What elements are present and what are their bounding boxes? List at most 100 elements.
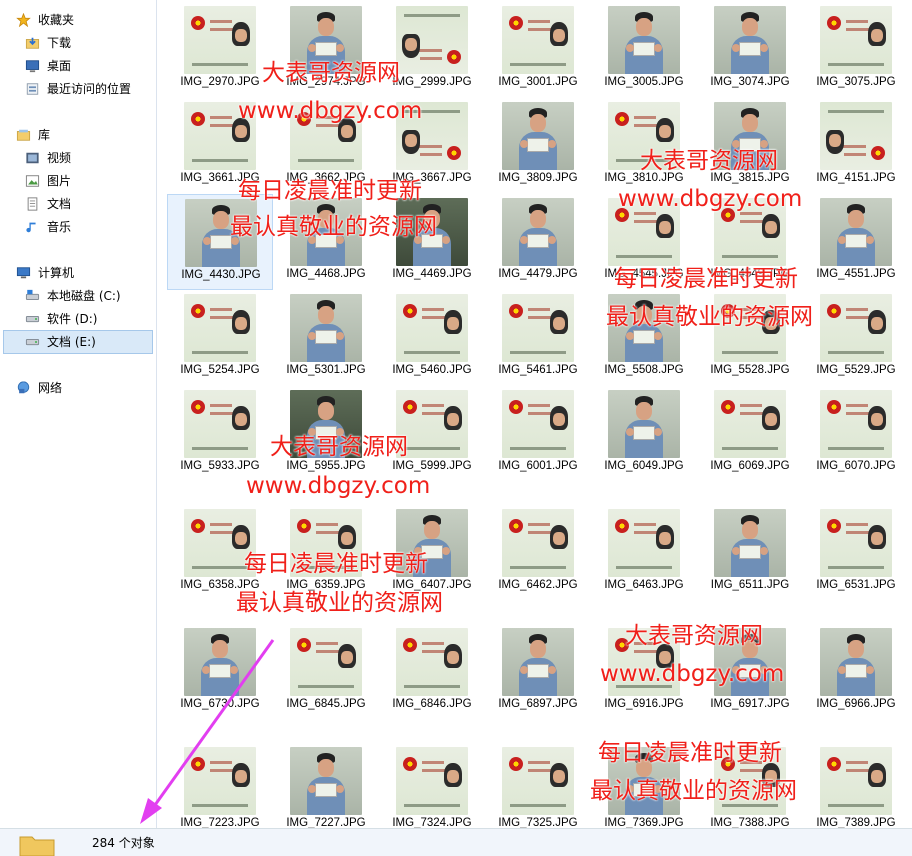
watermark-url: www.dbgzy.com	[246, 473, 431, 499]
watermark-url: www.dbgzy.com	[600, 661, 785, 687]
file-item[interactable]: IMG_6845.JPG	[273, 624, 379, 720]
file-item[interactable]: IMG_3810.JPG	[591, 98, 697, 194]
file-thumbnail	[820, 509, 892, 577]
file-thumbnail	[502, 102, 574, 170]
file-name: IMG_5529.JPG	[816, 364, 896, 376]
file-item[interactable]: IMG_4469.JPG	[379, 194, 485, 290]
file-item[interactable]: IMG_4151.JPG	[803, 98, 909, 194]
file-item[interactable]: IMG_3075.JPG	[803, 2, 909, 98]
file-name: IMG_3809.JPG	[498, 172, 578, 184]
system-drive-icon	[25, 289, 40, 300]
file-name: IMG_7388.JPG	[710, 817, 790, 828]
file-name: IMG_3075.JPG	[816, 76, 896, 88]
nav-favorites-label: 收藏夹	[38, 13, 75, 27]
file-item[interactable]: IMG_7324.JPG	[379, 743, 485, 828]
nav-videos-label: 视频	[47, 151, 72, 165]
file-name: IMG_6511.JPG	[710, 579, 790, 591]
watermark-url: www.dbgzy.com	[618, 186, 803, 212]
file-name: IMG_6730.JPG	[180, 698, 260, 710]
file-thumbnail	[502, 390, 574, 458]
star-icon	[16, 13, 31, 27]
file-item[interactable]: IMG_3001.JPG	[485, 2, 591, 98]
file-item[interactable]: IMG_4468.JPG	[273, 194, 379, 290]
nav-computer-label: 计算机	[38, 266, 75, 280]
file-item[interactable]: IMG_4551.JPG	[803, 194, 909, 290]
recent-places-icon	[26, 83, 39, 95]
file-item[interactable]: IMG_6966.JPG	[803, 624, 909, 720]
file-item[interactable]: IMG_6897.JPG	[485, 624, 591, 720]
watermark-line2: 最认真敬业的资源网	[230, 214, 437, 240]
file-thumbnail	[820, 102, 892, 170]
file-name: IMG_5460.JPG	[392, 364, 472, 376]
nav-drive-e[interactable]: 文档 (E:)	[3, 330, 153, 354]
file-item[interactable]: IMG_6001.JPG	[485, 386, 591, 482]
file-item[interactable]: IMG_3074.JPG	[697, 2, 803, 98]
file-item[interactable]: IMG_4430.JPG	[167, 194, 273, 290]
nav-recent-label: 最近访问的位置	[47, 82, 132, 96]
file-item[interactable]: IMG_5461.JPG	[485, 290, 591, 386]
file-name: IMG_4551.JPG	[816, 268, 896, 280]
file-item[interactable]: IMG_5301.JPG	[273, 290, 379, 386]
file-item[interactable]: IMG_6730.JPG	[167, 624, 273, 720]
file-thumbnail	[184, 6, 256, 74]
file-name: IMG_7369.JPG	[604, 817, 684, 828]
library-icon	[16, 129, 31, 141]
file-item[interactable]: IMG_6462.JPG	[485, 505, 591, 601]
file-name: IMG_6846.JPG	[392, 698, 472, 710]
file-name: IMG_4468.JPG	[286, 268, 366, 280]
file-item[interactable]: IMG_6846.JPG	[379, 624, 485, 720]
file-item[interactable]: IMG_6069.JPG	[697, 386, 803, 482]
nav-drive-e-label: 文档 (E:)	[47, 335, 96, 349]
file-item[interactable]: IMG_7223.JPG	[167, 743, 273, 828]
file-item[interactable]: IMG_6070.JPG	[803, 386, 909, 482]
file-thumbnail	[820, 6, 892, 74]
file-thumbnail	[184, 747, 256, 815]
file-name: IMG_5301.JPG	[286, 364, 366, 376]
file-name: IMG_6531.JPG	[816, 579, 896, 591]
file-item[interactable]: IMG_7227.JPG	[273, 743, 379, 828]
file-name: IMG_5461.JPG	[498, 364, 578, 376]
file-thumbnail	[608, 390, 680, 458]
document-library-icon	[27, 197, 38, 211]
download-folder-icon	[25, 37, 40, 49]
watermark-line2: 最认真敬业的资源网	[606, 304, 813, 330]
nav-drive-c-label: 本地磁盘 (C:)	[47, 289, 121, 303]
file-item[interactable]: IMG_6463.JPG	[591, 505, 697, 601]
watermark-site-name: 大表哥资源网	[270, 434, 408, 460]
file-thumbnail	[290, 628, 362, 696]
file-item[interactable]: IMG_5933.JPG	[167, 386, 273, 482]
drive-icon	[25, 338, 40, 346]
file-name: IMG_3001.JPG	[498, 76, 578, 88]
file-item[interactable]: IMG_6531.JPG	[803, 505, 909, 601]
file-thumbnail	[714, 509, 786, 577]
file-item[interactable]: IMG_6049.JPG	[591, 386, 697, 482]
file-item[interactable]: IMG_3809.JPG	[485, 98, 591, 194]
file-thumbnail	[820, 747, 892, 815]
navigation-pane: 收藏夹 下载 桌面 最近访问的位置 库 视频 图片 文档 音乐 计算机 本地磁盘…	[0, 0, 157, 828]
drive-icon	[25, 315, 40, 323]
file-item[interactable]: IMG_6511.JPG	[697, 505, 803, 601]
network-icon	[17, 381, 30, 394]
file-item[interactable]: IMG_3005.JPG	[591, 2, 697, 98]
file-thumbnail	[502, 294, 574, 362]
watermark-site-name: 大表哥资源网	[625, 623, 763, 649]
watermark-site-name: 大表哥资源网	[262, 60, 400, 86]
file-name: IMG_6049.JPG	[604, 460, 684, 472]
file-item[interactable]: IMG_3815.JPG	[697, 98, 803, 194]
file-name: IMG_2970.JPG	[180, 76, 260, 88]
file-thumbnail	[396, 628, 468, 696]
desktop-icon	[25, 60, 40, 73]
file-item[interactable]: IMG_5254.JPG	[167, 290, 273, 386]
file-name: IMG_7324.JPG	[392, 817, 472, 828]
file-name: IMG_6916.JPG	[604, 698, 684, 710]
file-name: IMG_4479.JPG	[498, 268, 578, 280]
file-item[interactable]: IMG_5460.JPG	[379, 290, 485, 386]
file-item[interactable]: IMG_7325.JPG	[485, 743, 591, 828]
file-item[interactable]: IMG_2970.JPG	[167, 2, 273, 98]
file-item[interactable]: IMG_7389.JPG	[803, 743, 909, 828]
file-thumbnail	[820, 294, 892, 362]
file-item[interactable]: IMG_5529.JPG	[803, 290, 909, 386]
watermark-line1: 每日凌晨准时更新	[244, 551, 428, 577]
file-name: IMG_7325.JPG	[498, 817, 578, 828]
file-item[interactable]: IMG_4479.JPG	[485, 194, 591, 290]
